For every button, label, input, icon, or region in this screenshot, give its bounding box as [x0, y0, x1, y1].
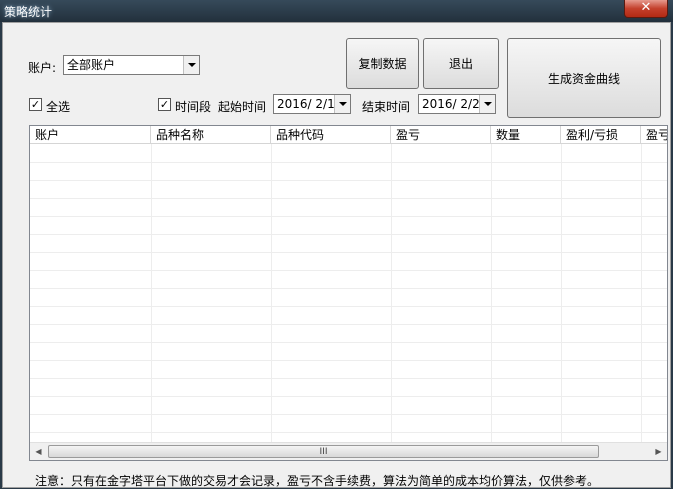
- column-divider: [271, 144, 272, 442]
- chevron-down-icon: [187, 63, 196, 67]
- row-divider: [30, 180, 667, 181]
- row-divider: [30, 306, 667, 307]
- start-date-picker[interactable]: 2016/ 2/16: [273, 94, 351, 114]
- column-divider: [641, 144, 642, 442]
- column-header-account[interactable]: 账户: [30, 126, 151, 144]
- start-time-label: 起始时间: [218, 100, 267, 114]
- row-divider: [30, 324, 667, 325]
- row-divider: [30, 378, 667, 379]
- column-divider: [561, 144, 562, 442]
- row-divider: [30, 396, 667, 397]
- column-header-pnl[interactable]: 盈亏: [391, 126, 491, 144]
- time-range-label: 时间段: [175, 100, 212, 114]
- row-divider: [30, 414, 667, 415]
- select-all-checkbox[interactable]: ✓: [29, 98, 42, 111]
- dialog-body: 账户: 全部账户 复制数据 退出 生成资金曲线 ✓ 全选 ✓ 时间段 起始时间 …: [2, 22, 671, 488]
- row-divider: [30, 162, 667, 163]
- start-date-value: 2016/ 2/16: [277, 97, 343, 111]
- column-divider: [151, 144, 152, 442]
- select-all-label: 全选: [46, 100, 71, 114]
- row-divider: [30, 216, 667, 217]
- chevron-down-icon: [338, 102, 347, 106]
- copy-data-label: 复制数据: [358, 57, 407, 71]
- exit-button[interactable]: 退出: [423, 38, 499, 89]
- check-icon: ✓: [30, 98, 41, 111]
- start-date-dropdown-button[interactable]: [334, 95, 350, 113]
- column-header-symbol-name[interactable]: 品种名称: [151, 126, 271, 144]
- table-header: 账户 品种名称 品种代码 盈亏 数量 盈利/亏损 盈亏: [30, 126, 667, 144]
- disclaimer-note: 注意：只有在金字塔平台下做的交易才会记录，盈亏不含手续费，算法为简单的成本均价算…: [35, 474, 600, 488]
- chevron-down-icon: [483, 102, 492, 106]
- scroll-right-button[interactable]: ▶: [650, 443, 667, 460]
- row-divider: [30, 342, 667, 343]
- column-divider: [491, 144, 492, 442]
- row-divider: [30, 252, 667, 253]
- generate-equity-curve-label: 生成资金曲线: [547, 71, 620, 86]
- account-label: 账户:: [28, 61, 57, 75]
- close-button[interactable]: ✕: [624, 0, 668, 18]
- column-header-profit-loss[interactable]: 盈利/亏损: [561, 126, 641, 144]
- close-icon: ✕: [640, 0, 652, 15]
- row-divider: [30, 432, 667, 433]
- end-time-label: 结束时间: [362, 100, 411, 114]
- horizontal-scrollbar[interactable]: ◀ III ▶: [30, 442, 667, 460]
- end-date-dropdown-button[interactable]: [479, 95, 495, 113]
- row-divider: [30, 234, 667, 235]
- column-header-symbol-code[interactable]: 品种代码: [271, 126, 391, 144]
- account-select[interactable]: 全部账户: [63, 55, 200, 75]
- grip-icon: III: [319, 446, 328, 457]
- column-header-pnl-2[interactable]: 盈亏: [641, 126, 667, 144]
- row-divider: [30, 288, 667, 289]
- exit-label: 退出: [448, 57, 473, 71]
- end-date-value: 2016/ 2/25: [422, 97, 488, 111]
- time-range-checkbox[interactable]: ✓: [158, 98, 171, 111]
- title-bar: 策略统计 ✕: [0, 0, 673, 22]
- copy-data-button[interactable]: 复制数据: [346, 38, 419, 89]
- row-divider: [30, 270, 667, 271]
- check-icon: ✓: [159, 98, 170, 111]
- account-dropdown-button[interactable]: [183, 56, 199, 74]
- column-header-quantity[interactable]: 数量: [491, 126, 561, 144]
- scroll-left-button[interactable]: ◀: [30, 443, 47, 460]
- end-date-picker[interactable]: 2016/ 2/25: [418, 94, 496, 114]
- results-table[interactable]: 账户 品种名称 品种代码 盈亏 数量 盈利/亏损 盈亏 ◀ III ▶: [29, 125, 668, 461]
- scroll-thumb[interactable]: III: [48, 445, 599, 458]
- row-divider: [30, 198, 667, 199]
- window-title: 策略统计: [4, 5, 53, 19]
- generate-equity-curve-button[interactable]: 生成资金曲线: [507, 38, 661, 118]
- column-divider: [391, 144, 392, 442]
- account-select-value: 全部账户: [67, 58, 116, 72]
- row-divider: [30, 360, 667, 361]
